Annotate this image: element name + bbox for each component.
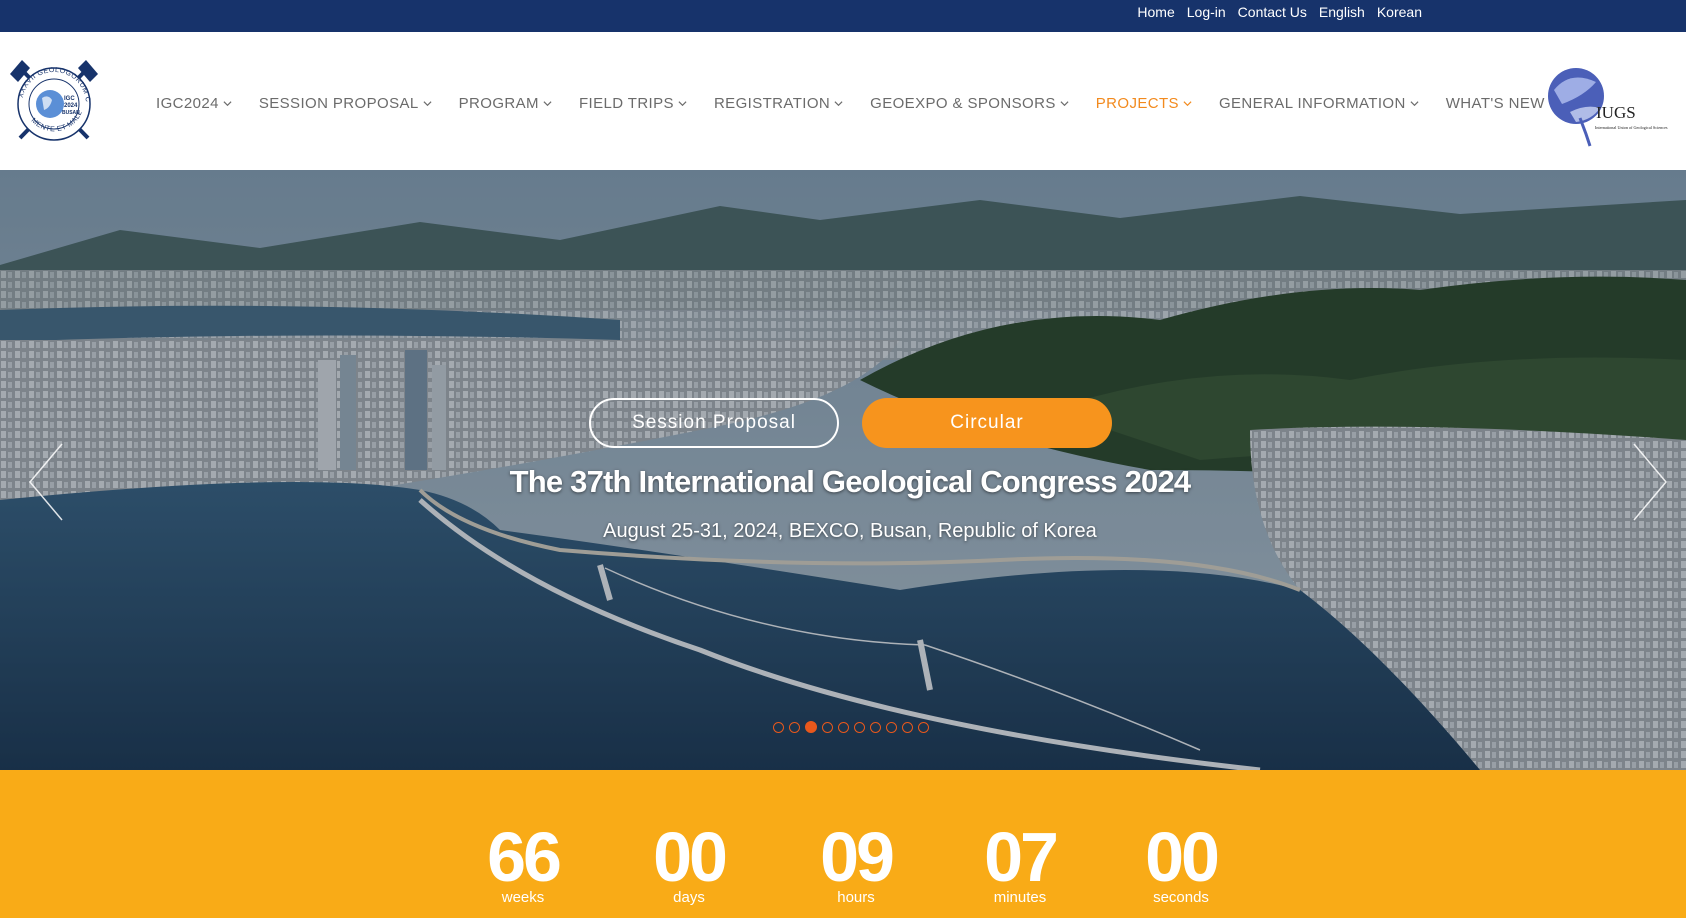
- carousel-dot-6[interactable]: [854, 721, 865, 733]
- hero-subtitle: August 25-31, 2024, BEXCO, Busan, Republ…: [603, 520, 1097, 542]
- carousel-dot-8[interactable]: [886, 721, 897, 733]
- nav-item-label: FIELD TRIPS: [578, 94, 674, 112]
- countdown-minutes: 07 minutes: [955, 818, 1085, 906]
- chevron-down-icon: [543, 100, 552, 106]
- nav-item-label: SESSION PROPOSAL: [258, 94, 419, 112]
- countdown-minutes-value: 07: [984, 818, 1059, 896]
- english-language-link[interactable]: English: [1319, 4, 1365, 20]
- contact-us-link[interactable]: Contact Us: [1238, 4, 1307, 20]
- chevron-left-icon[interactable]: [26, 440, 66, 524]
- nav-item-program[interactable]: PROGRAM: [459, 95, 552, 112]
- igc-2024-logo[interactable]: IGC 2024 BUSAN XXXVII GEOLOGORUM CONVENT…: [6, 56, 102, 152]
- carousel-dot-9[interactable]: [902, 721, 913, 733]
- countdown-hours-label: hours: [837, 889, 875, 906]
- countdown-weeks-value: 66: [487, 818, 562, 896]
- nav-item-field-trips[interactable]: FIELD TRIPS: [579, 95, 687, 112]
- nav-item-label: WHAT'S NEW: [1445, 94, 1545, 112]
- nav-item-projects[interactable]: PROJECTS: [1096, 95, 1192, 112]
- iugs-full-name: International Union of Geological Scienc…: [1595, 125, 1668, 130]
- countdown-days-label: days: [673, 889, 705, 906]
- chevron-down-icon: [1410, 100, 1419, 106]
- nav-item-general-information[interactable]: GENERAL INFORMATION: [1219, 95, 1419, 112]
- main-navigation: IGC2024 SESSION PROPOSAL PROGRAM FIELD T…: [156, 92, 1558, 114]
- carousel-dot-4[interactable]: [822, 721, 833, 733]
- nav-item-label: REGISTRATION: [713, 94, 831, 112]
- carousel-dot-5[interactable]: [838, 721, 849, 733]
- nav-item-label: GEOEXPO & SPONSORS: [870, 94, 1056, 112]
- nav-item-registration[interactable]: REGISTRATION: [714, 95, 843, 112]
- countdown-hours-value: 09: [820, 818, 895, 896]
- nav-item-label: PROJECTS: [1095, 94, 1179, 112]
- countdown-seconds-value: 00: [1145, 818, 1220, 896]
- countdown-weeks: 66 weeks: [458, 818, 588, 906]
- carousel-dot-10[interactable]: [918, 721, 929, 733]
- igc-logo-center-text-2: 2024: [64, 103, 78, 109]
- countdown-hours: 09 hours: [791, 818, 921, 906]
- login-link[interactable]: Log-in: [1187, 4, 1226, 20]
- carousel-dot-2[interactable]: [789, 721, 800, 733]
- chevron-down-icon: [1183, 100, 1192, 106]
- chevron-down-icon: [423, 100, 432, 106]
- nav-item-geoexpo-sponsors[interactable]: GEOEXPO & SPONSORS: [870, 95, 1069, 112]
- countdown-days: 00 days: [624, 818, 754, 906]
- chevron-down-icon: [834, 100, 843, 106]
- hero-title: The 37th International Geological Congre…: [509, 464, 1192, 499]
- circular-button[interactable]: Circular: [862, 398, 1112, 448]
- carousel-dot-7[interactable]: [870, 721, 881, 733]
- nav-item-label: IGC2024: [156, 94, 219, 112]
- chevron-right-icon[interactable]: [1630, 440, 1670, 524]
- site-header: IGC 2024 BUSAN XXXVII GEOLOGORUM CONVENT…: [0, 32, 1686, 170]
- nav-item-igc2024[interactable]: IGC2024: [156, 95, 232, 112]
- carousel-dot-1[interactable]: [773, 721, 784, 733]
- countdown-weeks-label: weeks: [501, 889, 545, 906]
- korean-language-link[interactable]: Korean: [1377, 4, 1422, 20]
- countdown-seconds-label: seconds: [1153, 889, 1209, 906]
- top-utility-bar: Home Log-in Contact Us English Korean: [0, 0, 1686, 32]
- hero-carousel: Session Proposal Circular The 37th Inter…: [0, 170, 1686, 770]
- nav-item-label: PROGRAM: [458, 94, 539, 112]
- countdown-minutes-label: minutes: [993, 889, 1047, 906]
- countdown-days-value: 00: [653, 818, 728, 896]
- chevron-down-icon: [223, 100, 232, 106]
- utility-links: Home Log-in Contact Us English Korean: [1137, 0, 1422, 24]
- igc-logo-center-text-1: IGC: [64, 96, 75, 102]
- carousel-pagination: [773, 721, 929, 733]
- iugs-logo[interactable]: IUGS International Union of Geological S…: [1540, 56, 1678, 148]
- home-link[interactable]: Home: [1137, 4, 1174, 20]
- carousel-dot-3[interactable]: [805, 721, 817, 733]
- countdown-seconds: 00 seconds: [1116, 818, 1246, 906]
- chevron-down-icon: [1060, 100, 1069, 106]
- session-proposal-button[interactable]: Session Proposal: [589, 398, 839, 448]
- event-countdown: 66 weeks 00 days 09 hours 07 minutes 00 …: [0, 770, 1686, 918]
- iugs-abbreviation: IUGS: [1596, 103, 1636, 122]
- chevron-down-icon: [678, 100, 687, 106]
- nav-item-label: GENERAL INFORMATION: [1218, 94, 1406, 112]
- nav-item-session-proposal[interactable]: SESSION PROPOSAL: [259, 95, 432, 112]
